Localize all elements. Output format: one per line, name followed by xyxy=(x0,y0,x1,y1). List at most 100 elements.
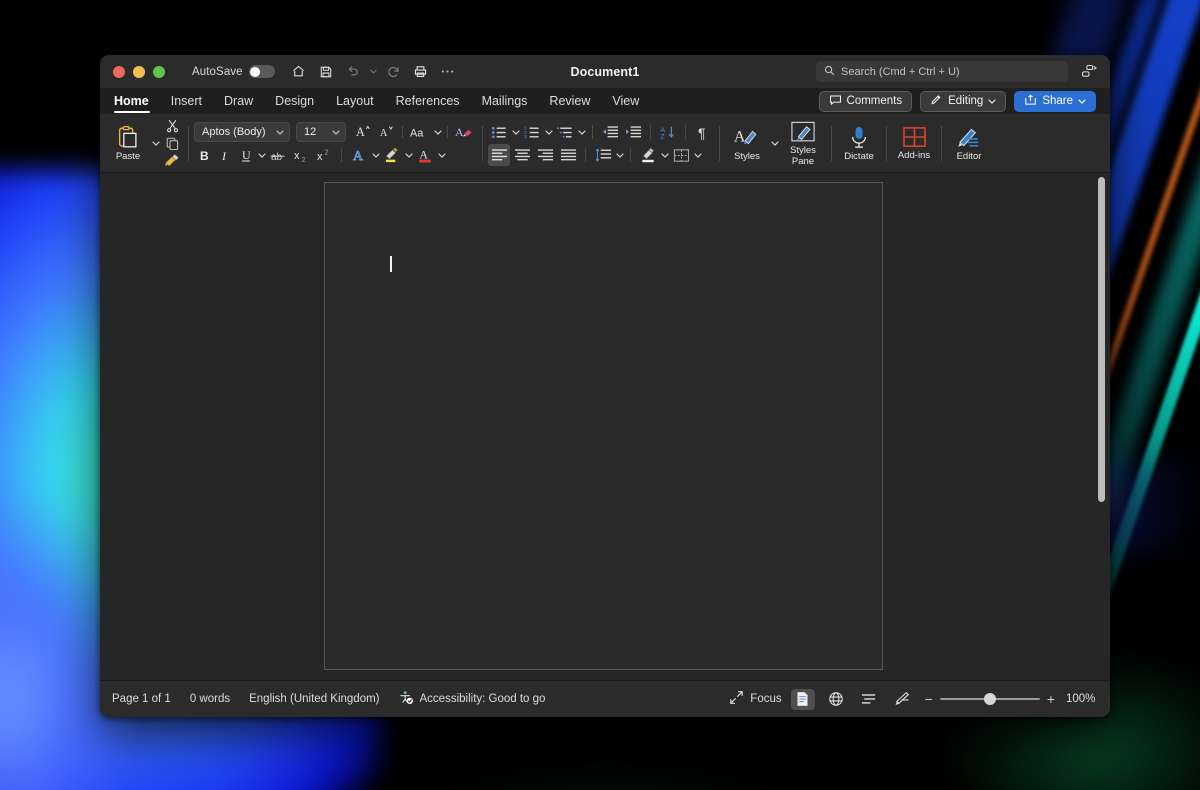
subscript-button[interactable]: x 2 xyxy=(290,144,312,166)
paste-button[interactable]: Paste xyxy=(106,118,150,170)
line-spacing-chevron-down-icon[interactable] xyxy=(615,144,624,166)
document-canvas[interactable] xyxy=(100,173,1110,680)
zoom-in-button[interactable]: + xyxy=(1047,692,1055,706)
close-button[interactable] xyxy=(113,66,125,78)
italic-button[interactable]: I xyxy=(215,144,235,166)
comments-button[interactable]: Comments xyxy=(819,91,913,112)
dictate-button[interactable]: Dictate xyxy=(837,118,881,170)
sort-button[interactable]: A Z xyxy=(657,121,679,143)
shading-chevron-down-icon[interactable] xyxy=(660,144,669,166)
page-count-status[interactable]: Page 1 of 1 xyxy=(112,693,171,705)
shading-button[interactable] xyxy=(637,144,659,166)
change-case-chevron-down-icon[interactable] xyxy=(433,121,442,143)
redo-icon[interactable] xyxy=(382,61,406,83)
web-layout-view-button[interactable] xyxy=(824,689,848,710)
zoom-slider[interactable] xyxy=(940,692,1040,706)
font-size-combobox[interactable]: 12 xyxy=(296,122,346,142)
tab-draw[interactable]: Draw xyxy=(213,88,264,114)
language-status[interactable]: English (United Kingdom) xyxy=(249,693,379,705)
multilevel-chevron-down-icon[interactable] xyxy=(577,121,586,143)
paste-chevron-down-icon[interactable] xyxy=(151,133,160,155)
highlight-chevron-down-icon[interactable] xyxy=(404,144,413,166)
ribbon-display-options-icon[interactable] xyxy=(1078,61,1100,83)
zoom-percentage[interactable]: 100% xyxy=(1066,693,1098,705)
grow-font-button[interactable]: A xyxy=(352,121,374,143)
undo-icon[interactable] xyxy=(341,61,365,83)
tab-review[interactable]: Review xyxy=(538,88,601,114)
zoom-out-button[interactable]: − xyxy=(925,692,933,706)
dictate-label: Dictate xyxy=(844,152,874,162)
svg-text:A: A xyxy=(352,148,363,163)
editing-mode-button[interactable]: Editing xyxy=(920,91,1006,112)
font-color-chevron-down-icon[interactable] xyxy=(437,144,446,166)
tab-layout[interactable]: Layout xyxy=(325,88,385,114)
draft-view-button[interactable] xyxy=(890,689,914,710)
tab-references[interactable]: References xyxy=(385,88,471,114)
paste-label: Paste xyxy=(116,152,140,162)
styles-button[interactable]: A Styles xyxy=(725,118,769,170)
borders-button[interactable] xyxy=(670,144,692,166)
clear-formatting-button[interactable]: A xyxy=(453,121,477,143)
styles-chevron-down-icon[interactable] xyxy=(770,133,779,155)
decrease-indent-button[interactable] xyxy=(599,121,621,143)
strikethrough-button[interactable]: ab xyxy=(267,144,289,166)
text-highlight-color-button[interactable] xyxy=(381,144,403,166)
tab-insert[interactable]: Insert xyxy=(160,88,213,114)
svg-text:3: 3 xyxy=(524,134,527,139)
document-page[interactable] xyxy=(324,182,883,670)
vertical-scrollbar[interactable] xyxy=(1096,173,1107,680)
numbering-chevron-down-icon[interactable] xyxy=(544,121,553,143)
numbering-button[interactable]: 1 2 3 xyxy=(521,121,543,143)
more-icon[interactable] xyxy=(436,61,460,83)
autosave-toggle[interactable] xyxy=(249,65,275,78)
search-input[interactable]: Search (Cmd + Ctrl + U) xyxy=(816,61,1068,82)
tab-mailings[interactable]: Mailings xyxy=(471,88,539,114)
undo-dropdown-chevron-down-icon[interactable] xyxy=(368,69,379,74)
bullets-chevron-down-icon[interactable] xyxy=(511,121,520,143)
home-icon[interactable] xyxy=(287,61,311,83)
line-spacing-button[interactable] xyxy=(592,144,614,166)
font-color-button[interactable]: A xyxy=(414,144,436,166)
tab-design[interactable]: Design xyxy=(264,88,325,114)
text-effects-button[interactable]: A xyxy=(348,144,370,166)
tab-view[interactable]: View xyxy=(601,88,650,114)
underline-chevron-down-icon[interactable] xyxy=(257,144,266,166)
font-name-combobox[interactable]: Aptos (Body) xyxy=(194,122,290,142)
print-icon[interactable] xyxy=(409,61,433,83)
vertical-scrollbar-thumb[interactable] xyxy=(1098,177,1105,502)
bold-button[interactable]: B xyxy=(194,144,214,166)
maximize-button[interactable] xyxy=(153,66,165,78)
save-icon[interactable] xyxy=(314,61,338,83)
bullets-button[interactable] xyxy=(488,121,510,143)
multilevel-list-button[interactable] xyxy=(554,121,576,143)
share-button[interactable]: Share xyxy=(1014,91,1096,112)
accessibility-status[interactable]: Accessibility: Good to go xyxy=(399,690,546,708)
align-left-button[interactable] xyxy=(488,144,510,166)
align-center-button[interactable] xyxy=(511,144,533,166)
zoom-slider-handle[interactable] xyxy=(984,693,996,705)
text-effects-chevron-down-icon[interactable] xyxy=(371,144,380,166)
outline-view-button[interactable] xyxy=(857,689,881,710)
shrink-font-button[interactable]: A xyxy=(375,121,397,143)
cut-button[interactable] xyxy=(161,118,183,135)
superscript-button[interactable]: x 2 xyxy=(313,144,335,166)
minimize-button[interactable] xyxy=(133,66,145,78)
underline-button[interactable]: U xyxy=(236,144,256,166)
focus-button[interactable]: Focus xyxy=(729,690,781,708)
format-painter-button[interactable] xyxy=(161,153,183,170)
show-formatting-marks-button[interactable]: ¶ xyxy=(692,121,714,143)
change-case-button[interactable]: Aa xyxy=(408,121,432,143)
copy-button[interactable] xyxy=(161,135,183,152)
increase-indent-button[interactable] xyxy=(622,121,644,143)
justify-button[interactable] xyxy=(557,144,579,166)
autosave-toggle-knob xyxy=(250,67,260,77)
styles-pane-button[interactable]: Styles Pane xyxy=(780,118,826,170)
word-count-status[interactable]: 0 words xyxy=(190,693,230,705)
borders-chevron-down-icon[interactable] xyxy=(693,144,702,166)
tab-home[interactable]: Home xyxy=(114,88,160,114)
editor-button[interactable]: Editor xyxy=(947,118,991,170)
align-right-button[interactable] xyxy=(534,144,556,166)
add-ins-button[interactable]: Add-ins xyxy=(892,118,936,170)
print-layout-view-button[interactable] xyxy=(791,689,815,710)
autosave-control[interactable]: AutoSave xyxy=(192,65,275,78)
